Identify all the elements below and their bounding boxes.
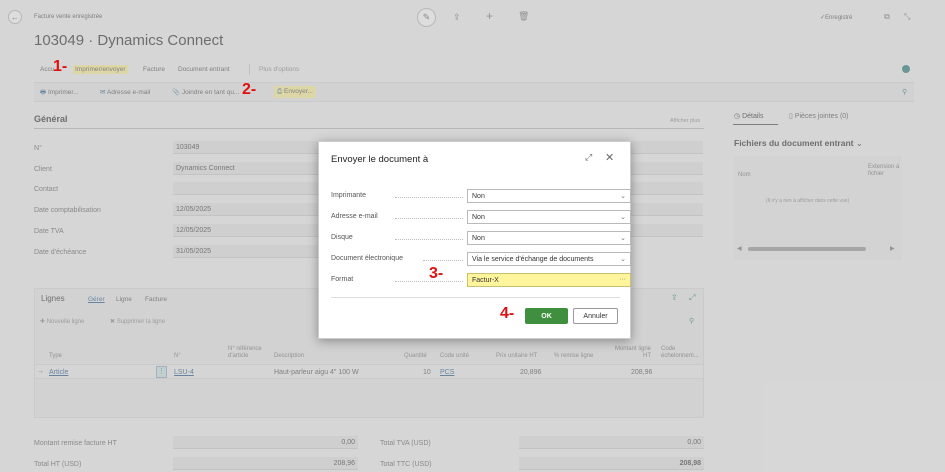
printer-select[interactable]: Non ⌄ bbox=[467, 189, 631, 203]
dialog-row-electronic-document: Document électronique Via le service d'é… bbox=[331, 252, 631, 266]
close-icon[interactable]: ✕ bbox=[605, 151, 614, 164]
format-label: Format bbox=[331, 276, 354, 283]
marker-3: 3- bbox=[429, 265, 444, 282]
expand-dialog-icon[interactable]: ⤢ bbox=[585, 152, 592, 163]
chevron-down-icon: ⌄ bbox=[620, 193, 626, 200]
chevron-down-icon: ⌄ bbox=[620, 235, 626, 242]
format-select-value: Factur-X bbox=[472, 277, 499, 284]
dialog-title: Envoyer le document à bbox=[331, 154, 429, 165]
email-label: Adresse e-mail bbox=[331, 213, 378, 220]
chevron-down-icon: ⌄ bbox=[620, 256, 626, 263]
electronic-document-label: Document électronique bbox=[331, 255, 403, 262]
email-select[interactable]: Non ⌄ bbox=[467, 210, 631, 224]
dots bbox=[423, 260, 463, 261]
email-select-value: Non bbox=[472, 214, 485, 221]
electronic-document-select[interactable]: Via le service d'échange de documents ⌄ bbox=[467, 252, 631, 266]
dots bbox=[395, 197, 463, 198]
send-document-dialog: Envoyer le document à ⤢ ✕ Imprimante Non… bbox=[318, 141, 631, 339]
marker-1: 1- bbox=[53, 58, 68, 75]
cancel-button-label: Annuler bbox=[583, 312, 608, 320]
more-icon: ··· bbox=[619, 276, 626, 283]
printer-select-value: Non bbox=[472, 193, 485, 200]
cancel-button[interactable]: Annuler bbox=[573, 308, 618, 324]
disk-select[interactable]: Non ⌄ bbox=[467, 231, 631, 245]
ok-button-label: OK bbox=[541, 312, 552, 320]
marker-4: 4- bbox=[500, 305, 515, 322]
dialog-row-disk: Disque Non ⌄ bbox=[331, 231, 631, 245]
chevron-down-icon: ⌄ bbox=[620, 214, 626, 221]
format-select[interactable]: Factur-X ··· bbox=[467, 273, 631, 287]
disk-select-value: Non bbox=[472, 235, 485, 242]
dialog-row-printer: Imprimante Non ⌄ bbox=[331, 189, 631, 203]
dots bbox=[395, 218, 463, 219]
ok-button[interactable]: OK bbox=[525, 308, 568, 324]
marker-2: 2- bbox=[242, 81, 257, 98]
electronic-document-select-value: Via le service d'échange de documents bbox=[472, 256, 594, 263]
printer-label: Imprimante bbox=[331, 192, 367, 199]
dots bbox=[395, 239, 463, 240]
dialog-row-email: Adresse e-mail Non ⌄ bbox=[331, 210, 631, 224]
dialog-divider bbox=[331, 297, 620, 298]
disk-label: Disque bbox=[331, 234, 353, 241]
dialog-row-format: Format Factur-X ··· bbox=[331, 273, 631, 287]
